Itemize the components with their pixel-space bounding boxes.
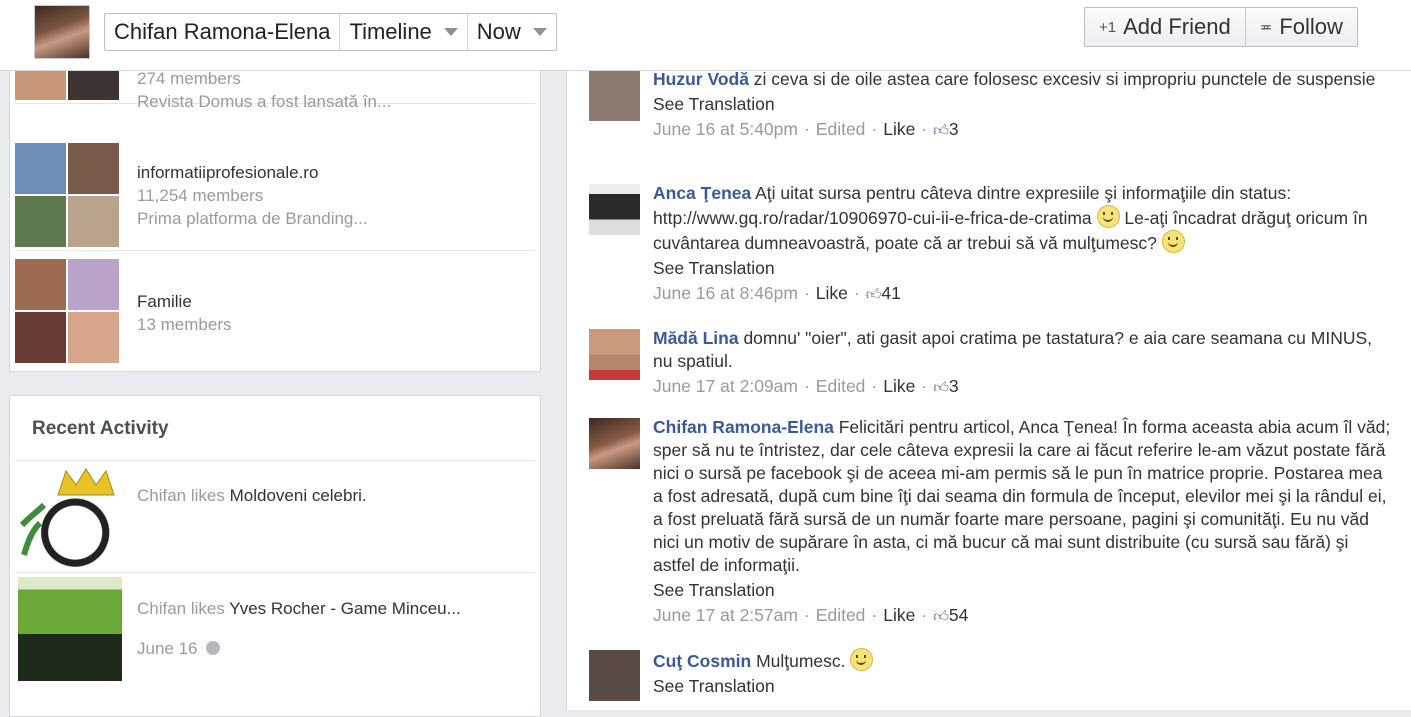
- comment-text: Felicitări pentru articol, Anca Ţenea! Î…: [653, 417, 1391, 575]
- group-member-photo: [15, 196, 66, 247]
- smiley-icon: [850, 648, 874, 671]
- recent-activity-panel: Recent Activity Chifan likes Moldoveni c…: [9, 395, 541, 717]
- page-logo[interactable]: [18, 577, 122, 681]
- activity-date: June 16: [137, 639, 220, 659]
- recent-activity-title: Recent Activity: [32, 418, 169, 439]
- see-translation-link[interactable]: See Translation: [653, 257, 1393, 280]
- group-name[interactable]: Familie: [137, 290, 231, 313]
- crown-icon: [19, 468, 115, 556]
- comment-timestamp[interactable]: June 17 at 2:57am: [653, 605, 798, 625]
- add-friend-icon: +1: [1099, 18, 1117, 36]
- edited-label[interactable]: Edited: [816, 119, 866, 139]
- comment-timestamp[interactable]: June 16 at 5:40pm: [653, 119, 798, 139]
- profile-name: Chifan Ramona-Elena: [114, 19, 331, 44]
- timeline-label: Timeline: [349, 19, 432, 44]
- group-description: Prima platforma de Branding...: [137, 209, 368, 228]
- profile-avatar[interactable]: [34, 5, 90, 59]
- comment-meta: June 17 at 2:09am · Edited · Like · 👍︎3: [653, 376, 959, 396]
- commenter-avatar[interactable]: [589, 418, 640, 469]
- group-thumbnails: [15, 259, 121, 365]
- chevron-down-icon: [532, 28, 547, 36]
- group-member-photo: [68, 312, 119, 363]
- group-member-photo: [15, 143, 66, 194]
- group-member-photo: [68, 259, 119, 310]
- comment-author[interactable]: Anca Ţenea: [653, 183, 751, 203]
- group-row[interactable]: Familie 13 members: [15, 254, 535, 366]
- group-member-photo: [15, 312, 66, 363]
- like-button[interactable]: Like: [883, 119, 915, 139]
- edited-label[interactable]: Edited: [816, 605, 866, 625]
- comment-author[interactable]: Chifan Ramona-Elena: [653, 417, 834, 437]
- group-member-photo: [68, 143, 119, 194]
- comments-panel: Huzur Vodă zi ceva si de oile astea care…: [566, 50, 1411, 710]
- group-thumbnails: [15, 143, 121, 249]
- comment-text: Mulţumesc.: [751, 651, 851, 671]
- now-dropdown[interactable]: Now: [468, 14, 556, 50]
- comment-link[interactable]: http://www.gq.ro/radar/10906970-cui-ii-e…: [653, 208, 1092, 228]
- rss-icon: ≖: [1259, 19, 1273, 36]
- like-count[interactable]: 3: [949, 376, 959, 396]
- profile-name-link[interactable]: Chifan Ramona-Elena: [105, 14, 341, 50]
- comment-timestamp[interactable]: June 16 at 8:46pm: [653, 283, 798, 303]
- comment-author[interactable]: Huzur Vodă: [653, 69, 749, 89]
- globe-icon: [205, 641, 220, 655]
- thumbs-up-icon: 👍︎: [933, 379, 949, 396]
- comment-author[interactable]: Cuţ Cosmin: [653, 651, 751, 671]
- see-translation-link[interactable]: See Translation: [653, 675, 1393, 698]
- group-row[interactable]: informatiiprofesionale.ro 11,254 members…: [15, 138, 535, 251]
- comment-text: zi ceva si de oile astea care folosesc e…: [748, 69, 1376, 89]
- like-count[interactable]: 41: [881, 283, 900, 303]
- activity-target-link[interactable]: Moldoveni celebri.: [230, 486, 367, 505]
- comment-meta: June 17 at 2:57am · Edited · Like · 👍︎54: [653, 605, 969, 625]
- activity-text: Chifan likes Yves Rocher - Game Minceu..…: [137, 599, 461, 618]
- activity-item[interactable]: Chifan likes Yves Rocher - Game Minceu..…: [15, 572, 535, 683]
- timeline-selector: Chifan Ramona-Elena Timeline Now: [104, 13, 557, 51]
- like-count[interactable]: 3: [949, 119, 959, 139]
- see-translation-link[interactable]: See Translation: [653, 579, 1393, 602]
- comment-meta: June 16 at 8:46pm · Like · 👍︎41: [653, 283, 901, 303]
- timeline-dropdown[interactable]: Timeline: [340, 14, 468, 50]
- follow-button[interactable]: ≖ Follow: [1246, 8, 1357, 46]
- activity-item[interactable]: Chifan likes Moldoveni celebri.: [15, 460, 535, 571]
- thumbs-up-icon: 👍︎: [933, 122, 949, 139]
- see-translation-link[interactable]: See Translation: [653, 93, 1393, 116]
- group-description: Revista Domus a fost lansată în...: [137, 92, 392, 111]
- activity-target-link[interactable]: Yves Rocher - Game Minceu...: [229, 599, 460, 618]
- like-count[interactable]: 54: [949, 605, 968, 625]
- group-member-photo: [15, 259, 66, 310]
- now-label: Now: [476, 19, 521, 44]
- like-button[interactable]: Like: [883, 605, 915, 625]
- groups-panel: 274 members Revista Domus a fost lansată…: [9, 0, 541, 372]
- commenter-avatar[interactable]: [589, 329, 640, 380]
- comment-timestamp[interactable]: June 17 at 2:09am: [653, 376, 798, 396]
- group-name[interactable]: informatiiprofesionale.ro: [137, 161, 368, 184]
- edited-label[interactable]: Edited: [816, 376, 866, 396]
- comment-text: domnu' "oier", ati gasit apoi cratima pe…: [653, 328, 1373, 371]
- chevron-down-icon: [443, 28, 458, 36]
- like-button[interactable]: Like: [883, 376, 915, 396]
- profile-actions: +1 Add Friend ≖ Follow: [1084, 7, 1358, 47]
- add-friend-button[interactable]: +1 Add Friend: [1085, 8, 1246, 46]
- comment-meta: June 16 at 5:40pm · Edited · Like · 👍︎3: [653, 119, 959, 139]
- comment-author[interactable]: Mădă Lina: [653, 328, 739, 348]
- group-members: 11,254 members: [137, 186, 264, 205]
- group-members: 13 members: [137, 315, 232, 334]
- commenter-avatar[interactable]: [589, 70, 640, 121]
- commenter-avatar[interactable]: [589, 650, 640, 701]
- follow-label: Follow: [1279, 14, 1343, 39]
- thumbs-up-icon: 👍︎: [865, 286, 882, 303]
- comment-text: Aţi uitat sursa pentru câteva dintre exp…: [751, 183, 1292, 203]
- smiley-icon: [1096, 205, 1120, 228]
- activity-text: Chifan likes Moldoveni celebri.: [137, 486, 367, 505]
- like-button[interactable]: Like: [816, 283, 848, 303]
- commenter-avatar[interactable]: [589, 184, 640, 235]
- smiley-icon: [1161, 230, 1185, 253]
- add-friend-label: Add Friend: [1123, 14, 1231, 39]
- page-logo[interactable]: [18, 465, 122, 569]
- thumbs-up-icon: 👍︎: [933, 608, 949, 625]
- group-member-photo: [68, 196, 119, 247]
- profile-top-bar: Chifan Ramona-Elena Timeline Now +1 Add F…: [0, 0, 1411, 71]
